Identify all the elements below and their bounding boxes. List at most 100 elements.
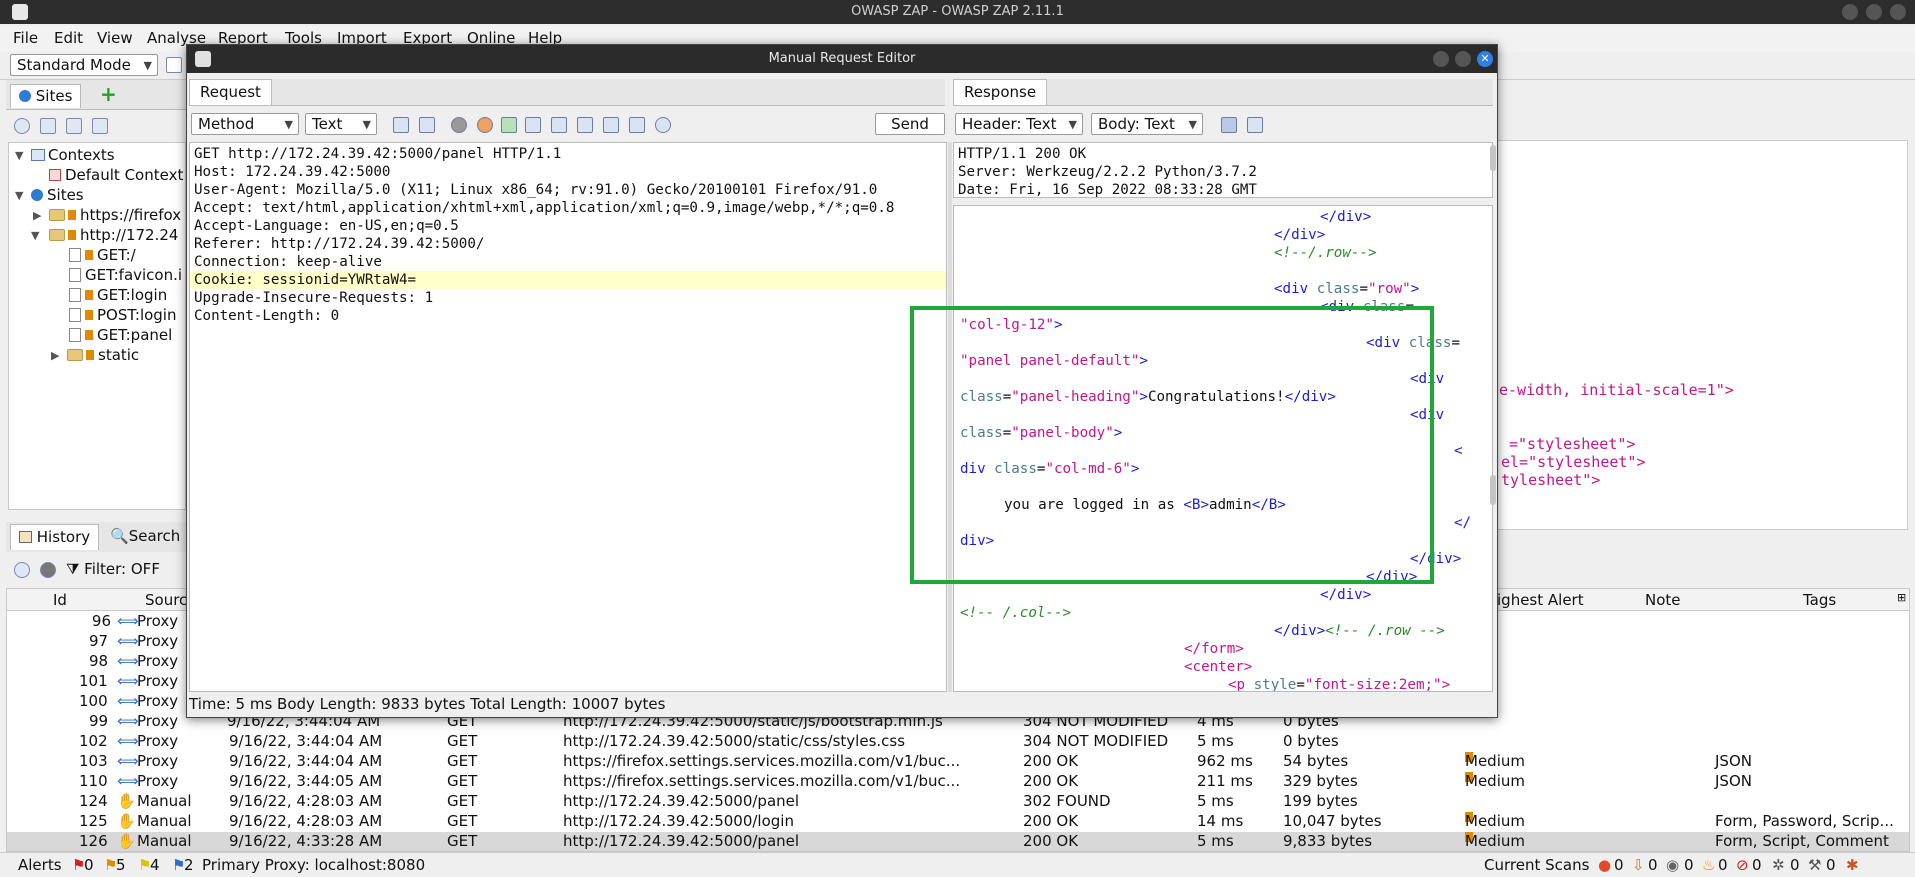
export-context-icon[interactable] [92,118,108,134]
fuzzer-icon: ♨ [1702,856,1716,874]
mode-select[interactable]: Standard Mode ▼ [10,54,158,76]
chevron-right-icon[interactable]: ▶ [51,349,59,362]
page-icon [69,268,81,282]
bug-icon: ✱ [1846,856,1859,874]
row-source: Proxy [137,652,179,670]
tree-default-context[interactable]: Default Context [49,166,183,184]
menu-edit[interactable]: Edit [54,29,83,47]
chevron-down-icon: ▼ [1188,118,1197,131]
new-context-icon[interactable] [40,118,56,134]
header-view-select[interactable]: Header: Text ▼ [955,113,1083,135]
column-header-tags[interactable]: Tags [1803,591,1836,609]
table-row[interactable]: 124 ✋ Manual 9/16/22, 4:28:03 AM GET htt… [7,792,1909,812]
tab-search[interactable]: 🔍Search [110,527,180,545]
row-url: https://firefox.settings.services.mozill… [563,752,961,770]
import-context-icon[interactable] [66,118,82,134]
tree-site-firefox[interactable]: https://firefox [49,206,181,224]
response-toolbar: Header: Text ▼ Body: Text ▼ [953,109,1493,139]
help-icon[interactable] [655,117,671,133]
tab-request[interactable]: Request [189,79,272,105]
close-icon[interactable]: ✕ [1477,51,1493,67]
table-row[interactable]: 125 ✋ Manual 9/16/22, 4:28:03 AM GET htt… [7,812,1909,832]
fit-icon[interactable] [525,117,541,133]
chevron-down-icon[interactable]: ▼ [31,229,39,242]
tree-site-local[interactable]: http://172.24 [49,226,178,244]
alerts-high-count[interactable]: 0 [84,856,94,874]
filter-button[interactable]: ⧩ Filter: OFF [66,560,160,578]
bean-icon[interactable] [477,117,493,133]
trash-icon[interactable] [551,117,567,133]
minimize-icon[interactable] [1433,51,1449,67]
split-vertical-icon[interactable] [419,117,435,133]
request-line: Content-Length: 0 [194,308,340,324]
chevron-down-icon[interactable]: ▼ [15,189,23,202]
stop-icon[interactable] [451,117,467,133]
tab-response[interactable]: Response [953,79,1048,105]
row-alert-label: Medium [1465,752,1525,770]
menu-file[interactable]: File [13,29,38,47]
tree-node-static[interactable]: static [67,346,139,364]
tree-node-get-login[interactable]: GET:login [69,286,167,304]
body-view-select[interactable]: Body: Text ▼ [1091,113,1203,135]
row-id: 126 [79,832,108,850]
alerts-info-count[interactable]: 2 [184,856,194,874]
new-session-icon[interactable] [166,57,182,73]
split-vertical-icon[interactable] [1247,117,1263,133]
row-code: 302 FOUND [1023,792,1111,810]
scrollbar-thumb[interactable] [1490,475,1496,505]
alerts-medium-count[interactable]: 5 [116,856,126,874]
column-header-alert[interactable]: ighest Alert [1497,591,1584,609]
status-bar: Alerts ⚑ 0 ⚑ 5 ⚑ 4 ⚑ 2 Primary Proxy: lo… [0,852,1915,877]
row-size: 10,047 bytes [1283,812,1382,830]
table-row[interactable]: 110 ⟺ Proxy 9/16/22, 3:44:05 AM GET http… [7,772,1909,792]
method-select[interactable]: Method ▼ [191,113,299,135]
send-button[interactable]: Send [875,113,945,135]
tree-contexts[interactable]: Contexts [31,146,115,164]
column-header-id[interactable]: Id [53,591,67,609]
table-row[interactable]: 102 ⟺ Proxy 9/16/22, 3:44:04 AM GET http… [7,732,1909,752]
row-code: 200 OK [1023,812,1079,830]
request-view-select[interactable]: Text ▼ [305,113,377,135]
record-icon[interactable] [40,562,56,578]
panel-tab-icon[interactable] [629,117,645,133]
panel-side-icon[interactable] [603,117,619,133]
tree-sites-label: Sites [47,186,84,204]
tree-sites[interactable]: Sites [31,186,84,204]
menu-view[interactable]: View [97,29,133,47]
code-line: <!--/.row--> [1274,245,1377,261]
request-text-area[interactable]: GET http://172.24.39.42:5000/panel HTTP/… [189,142,947,692]
alert-flag-icon [68,210,76,220]
row-time: 9/16/22, 3:44:05 AM [229,772,383,790]
tree-node-get-root[interactable]: GET:/ [69,246,136,264]
tree-node-post-login[interactable]: POST:login [69,306,176,324]
target-icon[interactable] [14,562,30,578]
minimize-icon[interactable] [1842,4,1858,20]
proxy-icon: ⟺ [117,612,139,630]
hand-icon: ✋ [117,792,136,810]
alerts-low-count[interactable]: 4 [150,856,160,874]
panel-top-icon[interactable] [577,117,593,133]
highlight-box [910,306,1434,584]
add-site-icon[interactable]: + [100,82,117,106]
maximize-icon[interactable] [1455,51,1471,67]
chevron-down-icon[interactable]: ▼ [15,149,23,162]
close-icon[interactable] [1890,4,1906,20]
tab-sites[interactable]: Sites [10,84,82,108]
tab-history[interactable]: History [10,524,100,550]
target-icon[interactable] [14,118,30,134]
chevron-right-icon[interactable]: ▶ [33,209,41,222]
row-source: Manual [137,812,192,830]
column-header-note[interactable]: Note [1645,591,1681,609]
table-row[interactable]: 103 ⟺ Proxy 9/16/22, 3:44:04 AM GET http… [7,752,1909,772]
tree-node-get-panel[interactable]: GET:panel [69,326,172,344]
split-horizontal-icon[interactable] [1221,117,1237,133]
column-chooser-icon[interactable]: ⊞ [1897,591,1906,604]
refresh-icon[interactable] [501,117,517,133]
ajax-spider-icon: ✲ [1772,856,1785,874]
table-row-selected[interactable]: 126 ✋ Manual 9/16/22, 4:33:28 AM GET htt… [7,832,1909,851]
response-header-area[interactable]: HTTP/1.1 200 OK Server: Werkzeug/2.2.2 P… [953,142,1493,198]
scrollbar-thumb[interactable] [1490,145,1496,171]
tree-node-favicon[interactable]: GET:favicon.i [69,266,182,284]
split-horizontal-icon[interactable] [393,117,409,133]
maximize-icon[interactable] [1866,4,1882,20]
